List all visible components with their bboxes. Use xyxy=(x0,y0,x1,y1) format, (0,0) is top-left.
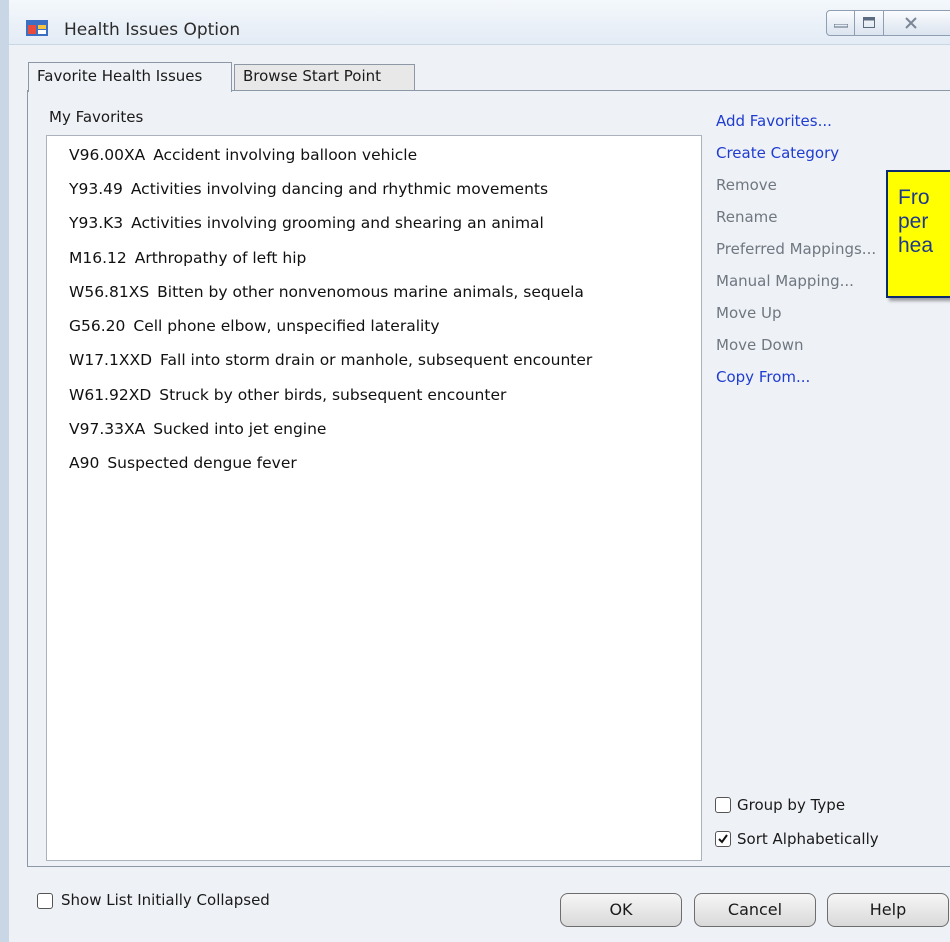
show-list-collapsed-label: Show List Initially Collapsed xyxy=(61,891,270,909)
checkmark-icon xyxy=(718,834,728,844)
show-list-collapsed-checkbox[interactable] xyxy=(37,893,53,909)
app-icon xyxy=(26,20,48,36)
list-item[interactable]: W61.92XD Struck by other birds, subsequen… xyxy=(69,386,506,404)
tab-browse-start-point[interactable]: Browse Start Point xyxy=(234,64,415,90)
list-item[interactable]: M16.12 Arthropathy of left hip xyxy=(69,249,306,267)
callout-line: per xyxy=(898,210,929,233)
close-button[interactable] xyxy=(884,10,950,36)
window-title: Health Issues Option xyxy=(64,20,241,40)
list-item[interactable]: A90 Suspected dengue fever xyxy=(69,454,297,472)
list-item[interactable]: Y93.K3 Activities involving grooming and … xyxy=(69,214,544,232)
close-icon xyxy=(905,17,917,29)
list-item[interactable]: W17.1XXD Fall into storm drain or manhole… xyxy=(69,351,592,369)
my-favorites-label: My Favorites xyxy=(49,108,144,126)
minimize-button[interactable] xyxy=(826,10,855,36)
minimize-icon xyxy=(834,24,848,28)
cancel-button[interactable]: Cancel xyxy=(694,893,816,927)
maximize-button[interactable] xyxy=(855,10,884,36)
list-item[interactable]: Y93.49 Activities involving dancing and r… xyxy=(69,180,548,198)
create-category-link[interactable]: Create Category xyxy=(716,144,839,162)
maximize-icon xyxy=(863,17,875,28)
move-up-link[interactable]: Move Up xyxy=(716,304,782,322)
ok-button[interactable]: OK xyxy=(560,893,682,927)
move-down-link[interactable]: Move Down xyxy=(716,336,804,354)
list-item[interactable]: G56.20 Cell phone elbow, unspecified late… xyxy=(69,317,440,335)
group-by-type-checkbox[interactable] xyxy=(715,797,731,813)
group-by-type-label: Group by Type xyxy=(737,796,846,814)
title-bar[interactable]: Health Issues Option xyxy=(9,0,950,45)
manual-mapping-link[interactable]: Manual Mapping... xyxy=(716,272,854,290)
preferred-mappings-link[interactable]: Preferred Mappings... xyxy=(716,240,876,258)
sort-alphabetically-label: Sort Alphabetically xyxy=(737,830,879,848)
callout-line: hea xyxy=(898,234,934,257)
callout-line: Fro xyxy=(898,186,930,209)
tab-favorite-health-issues[interactable]: Favorite Health Issues xyxy=(28,62,232,92)
help-button[interactable]: Help xyxy=(827,893,949,927)
list-item[interactable]: V96.00XA Accident involving balloon vehic… xyxy=(69,146,417,164)
sort-alphabetically-checkbox[interactable] xyxy=(715,831,731,847)
list-item[interactable]: W56.81XS Bitten by other nonvenomous mari… xyxy=(69,283,584,301)
favorites-list[interactable]: V96.00XA Accident involving balloon vehic… xyxy=(46,135,702,861)
dialog-window: Health Issues Option Favorite Health Iss… xyxy=(0,0,950,942)
list-item[interactable]: V97.33XA Sucked into jet engine xyxy=(69,420,326,438)
copy-from-link[interactable]: Copy From... xyxy=(716,368,810,386)
remove-link[interactable]: Remove xyxy=(716,176,777,194)
rename-link[interactable]: Rename xyxy=(716,208,778,226)
annotation-callout: Fro per hea xyxy=(886,170,950,298)
add-favorites-link[interactable]: Add Favorites... xyxy=(716,112,832,130)
